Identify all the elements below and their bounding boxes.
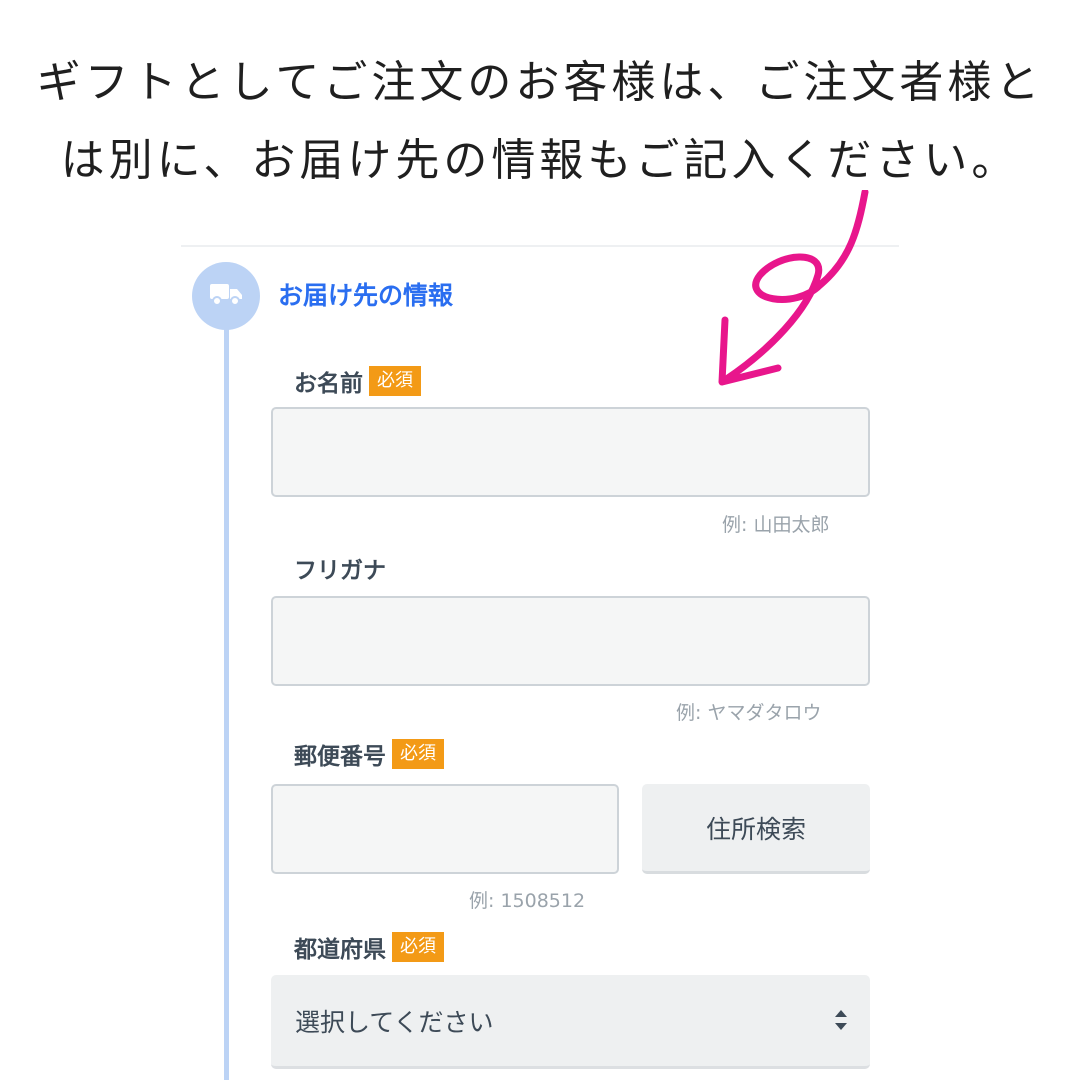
prefecture-label: 都道府県 xyxy=(294,937,386,963)
postal-code-label: 郵便番号 xyxy=(294,744,386,770)
address-search-button[interactable]: 住所検索 xyxy=(642,784,870,874)
postal-code-label-row: 郵便番号 必須 xyxy=(294,737,444,771)
step-marker xyxy=(192,262,260,330)
required-badge: 必須 xyxy=(392,932,444,962)
truck-icon xyxy=(209,281,243,311)
caption-line-1: ギフトとしてご注文のお客様は、ご注文者様と xyxy=(36,57,1044,108)
annotation-arrow-icon xyxy=(718,190,869,386)
prefecture-select-value: 選択してください xyxy=(295,1007,494,1037)
prefecture-select[interactable]: 選択してください xyxy=(271,975,870,1069)
prefecture-label-row: 都道府県 必須 xyxy=(294,930,444,964)
sort-arrows-icon xyxy=(834,1005,848,1041)
furigana-hint: 例: ヤマダタロウ xyxy=(676,702,822,724)
required-badge: 必須 xyxy=(369,366,421,396)
name-label-row: お名前 必須 xyxy=(294,364,421,398)
caption-line-2: は別に、お届け先の情報もご記入ください。 xyxy=(60,135,1020,186)
furigana-input[interactable] xyxy=(271,596,870,686)
step-timeline-line xyxy=(224,300,229,1080)
furigana-label-row: フリガナ xyxy=(294,551,386,585)
postal-code-hint: 例: 1508512 xyxy=(469,890,586,912)
postal-code-input[interactable] xyxy=(271,784,619,874)
required-badge: 必須 xyxy=(392,739,444,769)
furigana-label: フリガナ xyxy=(294,558,386,584)
section-title: お届け先の情報 xyxy=(278,281,454,310)
name-label: お名前 xyxy=(294,371,363,397)
name-input[interactable] xyxy=(271,407,870,497)
name-hint: 例: 山田太郎 xyxy=(722,514,830,536)
